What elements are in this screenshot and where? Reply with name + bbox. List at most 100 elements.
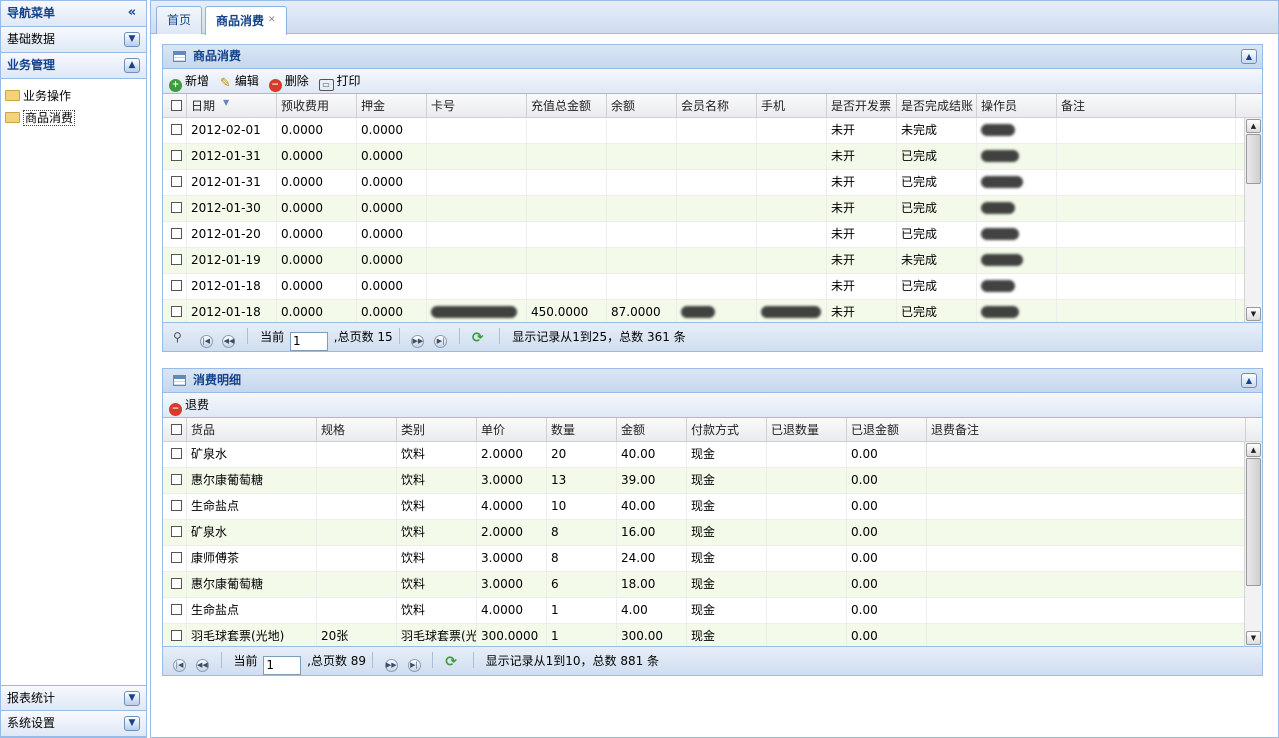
nav-section-business[interactable]: 业务管理 ▲ xyxy=(1,53,146,79)
table-row[interactable]: 2012-01-19 0.0000 0.0000 未开 未完成 xyxy=(163,248,1262,274)
edit-button[interactable]: ✎ 编辑 xyxy=(219,69,259,93)
row-checkbox[interactable] xyxy=(163,196,187,221)
column-header[interactable]: 类别 xyxy=(397,418,477,441)
select-all-checkbox[interactable] xyxy=(163,94,187,117)
scroll-thumb[interactable] xyxy=(1246,134,1261,184)
collapse-icon[interactable]: ▲ xyxy=(124,58,140,73)
table-row[interactable]: 矿泉水 饮料 2.0000 20 40.00 现金 0.00 xyxy=(163,442,1262,468)
row-checkbox[interactable] xyxy=(163,300,187,322)
scroll-up-icon[interactable]: ▲ xyxy=(1246,119,1261,133)
column-header[interactable]: 手机 xyxy=(757,94,827,117)
close-tab-icon[interactable]: ✕ xyxy=(268,7,276,33)
row-checkbox[interactable] xyxy=(163,572,187,597)
expand-icon[interactable]: ▼ xyxy=(124,691,140,706)
checkbox[interactable] xyxy=(171,500,182,511)
checkbox[interactable] xyxy=(171,578,182,589)
row-checkbox[interactable] xyxy=(163,170,187,195)
page-input[interactable]: 1 xyxy=(263,656,302,675)
column-header[interactable]: 是否完成结账 xyxy=(897,94,977,117)
column-header[interactable]: 货品 xyxy=(187,418,317,441)
column-header[interactable]: 单价 xyxy=(477,418,547,441)
row-checkbox[interactable] xyxy=(163,274,187,299)
refresh-icon[interactable]: ⟳ xyxy=(445,648,457,676)
column-header[interactable]: 预收费用 xyxy=(277,94,357,117)
row-checkbox[interactable] xyxy=(163,468,187,493)
checkbox[interactable] xyxy=(171,280,182,291)
column-header[interactable]: 金额 xyxy=(617,418,687,441)
column-header[interactable]: 余额 xyxy=(607,94,677,117)
scroll-down-icon[interactable]: ▼ xyxy=(1246,307,1261,321)
column-header[interactable]: 备注 xyxy=(1057,94,1236,117)
column-header[interactable]: 数量 xyxy=(547,418,617,441)
select-all-checkbox[interactable] xyxy=(163,418,187,441)
next-page-icon[interactable]: ▶▶ xyxy=(384,659,398,672)
column-header[interactable]: 会员名称 xyxy=(677,94,757,117)
checkbox[interactable] xyxy=(171,474,182,485)
column-header[interactable]: ▼ 日期 xyxy=(187,94,277,117)
row-checkbox[interactable] xyxy=(163,546,187,571)
table-row[interactable]: 惠尔康葡萄糖 饮料 3.0000 6 18.00 现金 0.00 xyxy=(163,572,1262,598)
checkbox[interactable] xyxy=(171,150,182,161)
row-checkbox[interactable] xyxy=(163,494,187,519)
column-header[interactable]: 押金 xyxy=(357,94,427,117)
table-row[interactable]: 生命盐点 饮料 4.0000 1 4.00 现金 0.00 xyxy=(163,598,1262,624)
collapse-nav-icon[interactable]: « xyxy=(124,6,140,21)
prev-page-icon[interactable]: ◀◀ xyxy=(222,335,236,348)
expand-icon[interactable]: ▼ xyxy=(124,716,140,731)
first-page-icon[interactable]: |◀ xyxy=(173,659,186,672)
column-header[interactable]: 操作员 xyxy=(977,94,1057,117)
table-row[interactable]: 羽毛球套票(光地) 20张 羽毛球套票(光 300.0000 1 300.00 现金 0.00 xyxy=(163,624,1262,646)
nav-section-basic-data[interactable]: 基础数据 ▼ xyxy=(1,27,146,53)
table-row[interactable]: 2012-01-20 0.0000 0.0000 未开 已完成 xyxy=(163,222,1262,248)
table-row[interactable]: 2012-01-31 0.0000 0.0000 未开 已完成 xyxy=(163,170,1262,196)
column-header[interactable]: 是否开发票 xyxy=(827,94,897,117)
refresh-icon[interactable]: ⟳ xyxy=(472,324,484,352)
row-checkbox[interactable] xyxy=(163,598,187,623)
table-row[interactable]: 2012-01-31 0.0000 0.0000 未开 已完成 xyxy=(163,144,1262,170)
table-row[interactable]: 2012-02-01 0.0000 0.0000 未开 未完成 xyxy=(163,118,1262,144)
add-button[interactable]: + 新增 xyxy=(169,69,209,93)
last-page-icon[interactable]: ▶| xyxy=(434,335,448,348)
checkbox[interactable] xyxy=(171,424,182,435)
tree-item-goods-consumption[interactable]: 商品消费 xyxy=(1,107,146,129)
table-row[interactable]: 2012-01-30 0.0000 0.0000 未开 已完成 xyxy=(163,196,1262,222)
nav-section-settings[interactable]: 系统设置 ▼ xyxy=(1,711,146,737)
scroll-thumb[interactable] xyxy=(1246,458,1261,586)
grid-scrollbar[interactable]: ▲ ▼ xyxy=(1244,118,1262,322)
first-page-icon[interactable]: |◀ xyxy=(199,335,213,348)
checkbox[interactable] xyxy=(171,448,182,459)
checkbox[interactable] xyxy=(171,604,182,615)
last-page-icon[interactable]: ▶| xyxy=(407,659,421,672)
nav-section-reports[interactable]: 报表统计 ▼ xyxy=(1,685,146,711)
expand-icon[interactable]: ▼ xyxy=(124,32,140,47)
column-header[interactable]: 已退数量 xyxy=(767,418,847,441)
search-icon[interactable]: ⚲ xyxy=(173,323,182,351)
checkbox[interactable] xyxy=(171,630,182,641)
checkbox[interactable] xyxy=(171,228,182,239)
row-checkbox[interactable] xyxy=(163,118,187,143)
next-page-icon[interactable]: ▶▶ xyxy=(411,335,425,348)
table-row[interactable]: 生命盐点 饮料 4.0000 10 40.00 现金 0.00 xyxy=(163,494,1262,520)
scroll-down-icon[interactable]: ▼ xyxy=(1246,631,1261,645)
checkbox[interactable] xyxy=(171,100,182,111)
checkbox[interactable] xyxy=(171,176,182,187)
grid-scrollbar[interactable]: ▲ ▼ xyxy=(1244,442,1262,646)
row-checkbox[interactable] xyxy=(163,248,187,273)
checkbox[interactable] xyxy=(171,254,182,265)
row-checkbox[interactable] xyxy=(163,520,187,545)
checkbox[interactable] xyxy=(171,552,182,563)
refund-button[interactable]: − 退费 xyxy=(169,393,209,417)
row-checkbox[interactable] xyxy=(163,222,187,247)
row-checkbox[interactable] xyxy=(163,144,187,169)
tree-item-business-ops[interactable]: 业务操作 xyxy=(1,85,146,107)
page-input[interactable]: 1 xyxy=(289,332,328,351)
collapse-panel-icon[interactable]: ▲ xyxy=(1241,49,1257,64)
column-header[interactable]: 规格 xyxy=(317,418,397,441)
column-header[interactable]: 卡号 xyxy=(427,94,527,117)
collapse-panel-icon[interactable]: ▲ xyxy=(1241,373,1257,388)
row-checkbox[interactable] xyxy=(163,442,187,467)
column-header[interactable]: 充值总金额 xyxy=(527,94,607,117)
table-row[interactable]: 矿泉水 饮料 2.0000 8 16.00 现金 0.00 xyxy=(163,520,1262,546)
tab-goods-consumption[interactable]: 商品消费 ✕ xyxy=(205,6,287,35)
table-row[interactable]: 康师傅茶 饮料 3.0000 8 24.00 现金 0.00 xyxy=(163,546,1262,572)
